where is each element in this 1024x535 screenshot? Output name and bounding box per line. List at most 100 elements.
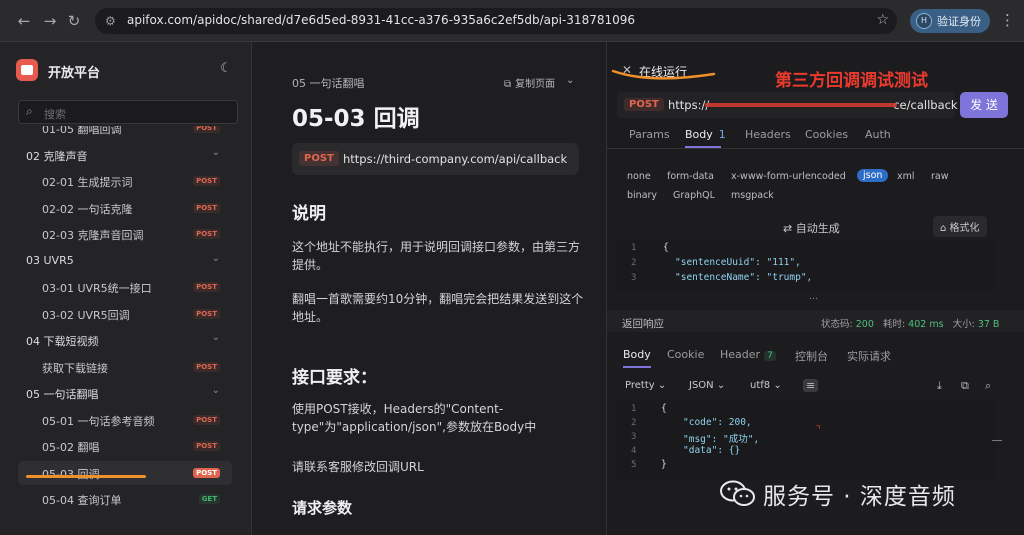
annotation-curve bbox=[611, 69, 716, 80]
tab-label: Params bbox=[629, 128, 670, 141]
download-icon[interactable]: ⤓ bbox=[937, 379, 942, 393]
sidebar-item[interactable]: 获取下载链接 POST bbox=[18, 355, 232, 379]
chevron-down-icon[interactable]: ⌄ bbox=[212, 253, 220, 264]
format-button[interactable]: ⌂ 格式化 bbox=[933, 216, 987, 237]
pretty-select[interactable]: Pretty ⌄ bbox=[625, 380, 666, 391]
method-badge[interactable]: POST bbox=[624, 98, 664, 111]
tab-params[interactable]: Params bbox=[629, 128, 670, 141]
breadcrumb[interactable]: 05 一句话翻唱 bbox=[292, 75, 365, 91]
browser-toolbar: ← → ↻ ⚙ apifox.com/apidoc/shared/d7e6d5e… bbox=[0, 0, 1024, 42]
section-heading-requirements: 接口要求： bbox=[292, 368, 377, 388]
sidebar-item[interactable]: 05-02 翻唱 POST bbox=[18, 434, 232, 458]
body-type-graphql[interactable]: GraphQL bbox=[673, 190, 715, 201]
sidebar-group[interactable]: 05 一句话翻唱 ⌄ bbox=[18, 381, 232, 405]
tab-label: Header bbox=[720, 348, 761, 361]
sidebar-item[interactable]: 02-03 克隆声音回调 POST bbox=[18, 222, 232, 246]
encoding-select[interactable]: utf8 ⌄ bbox=[750, 380, 782, 391]
sidebar-item[interactable]: 03-01 UVR5统一接口 POST bbox=[18, 275, 232, 299]
code-line: { bbox=[661, 403, 667, 414]
sidebar-item[interactable]: 03-02 UVR5回调 POST bbox=[18, 302, 232, 326]
chevron-down-icon[interactable]: ⌄ bbox=[212, 385, 220, 396]
tab-label: Headers bbox=[745, 128, 791, 141]
sidebar-item[interactable]: 05-01 一句话参考音频 POST bbox=[18, 408, 232, 432]
address-url[interactable]: apifox.com/apidoc/shared/d7e6d5ed-8931-4… bbox=[127, 13, 635, 27]
body-type-json[interactable]: json bbox=[857, 169, 889, 182]
watermark-text: 服务号 · 深度音频 bbox=[763, 484, 956, 510]
address-bar[interactable]: ⚙ apifox.com/apidoc/shared/d7e6d5ed-8931… bbox=[95, 8, 897, 34]
json-select[interactable]: JSON ⌄ bbox=[689, 380, 725, 391]
verify-identity-button[interactable]: H 验证身份 bbox=[910, 9, 990, 33]
chevron-down-icon[interactable]: ⌄ bbox=[212, 332, 220, 343]
method-badge: POST bbox=[193, 414, 220, 425]
response-body-viewer[interactable]: 1 2 3 4 5 { "code": 200, "msg": "成功", "d… bbox=[617, 400, 997, 480]
page-title: 05-03 回调 bbox=[292, 106, 420, 132]
status-label: 状态码: bbox=[821, 319, 853, 330]
site-info-icon[interactable]: ⚙ bbox=[105, 13, 121, 29]
tab-label: 实际请求 bbox=[847, 350, 891, 363]
body-type-msgpack[interactable]: msgpack bbox=[731, 190, 774, 201]
copy-page-button[interactable]: ⧉ 复制页面 bbox=[504, 75, 555, 90]
send-button[interactable]: 发 送 bbox=[960, 92, 1008, 118]
browser-menu-icon[interactable]: ⋮ bbox=[1000, 11, 1015, 29]
auto-generate-button[interactable]: ⇄ 自动生成 bbox=[783, 220, 840, 236]
line-number: 2 bbox=[631, 258, 637, 268]
body-type-none[interactable]: none bbox=[627, 171, 651, 182]
moon-icon[interactable]: ☾ bbox=[220, 61, 232, 76]
response-status: 状态码: 200 耗时: 402 ms 大小: 37 B bbox=[821, 316, 999, 330]
chevron-down-icon[interactable]: ⌄ bbox=[212, 147, 220, 158]
wechat-icon bbox=[720, 480, 755, 506]
search-input[interactable]: ⌕ 搜索 bbox=[18, 100, 238, 124]
back-icon[interactable]: ← bbox=[14, 11, 34, 31]
search-placeholder: 搜索 bbox=[44, 108, 66, 121]
line-number: 2 bbox=[631, 418, 637, 428]
body-type-x-www-form-urlencoded[interactable]: x-www-form-urlencoded bbox=[731, 171, 846, 182]
wrap-icon[interactable]: ≡ bbox=[803, 379, 819, 392]
annotation-mark: ⌝ bbox=[816, 425, 821, 436]
sidebar-group[interactable]: 02 克隆声音 ⌄ bbox=[18, 143, 232, 167]
sidebar-item-label: 02-01 生成提示词 bbox=[42, 176, 133, 189]
doc-panel: 05 一句话翻唱 ⧉ 复制页面 ⌄ 05-03 回调 POST https://t… bbox=[253, 42, 605, 535]
tab-auth[interactable]: Auth bbox=[865, 128, 891, 141]
response-tab[interactable]: Body bbox=[623, 348, 651, 361]
sidebar-group[interactable]: 03 UVR5 ⌄ bbox=[18, 249, 232, 273]
search-icon[interactable]: ⌕ bbox=[985, 379, 991, 393]
request-body-editor[interactable]: 1 2 3 { "sentenceUuid": "111", "sentence… bbox=[617, 240, 997, 290]
method-badge: POST bbox=[193, 441, 220, 451]
forward-icon[interactable]: → bbox=[40, 11, 60, 31]
sidebar-item[interactable]: 05-03 回调 POST bbox=[18, 460, 232, 485]
code-line: { bbox=[663, 242, 669, 253]
section-heading-params: 请求参数 bbox=[292, 499, 353, 517]
response-tab[interactable]: 实际请求 bbox=[847, 348, 891, 364]
response-tab[interactable]: Cookie bbox=[667, 348, 704, 361]
format-label: 格式化 bbox=[949, 223, 980, 234]
sidebar-group[interactable]: 04 下载短视频 ⌄ bbox=[18, 328, 232, 352]
description-paragraph: 这个地址不能执行，用于说明回调接口参数，由第三方提供。 bbox=[292, 240, 581, 272]
request-url-field[interactable]: POST https:// ce/callback bbox=[617, 92, 958, 118]
response-tab[interactable]: 控制台 bbox=[795, 348, 828, 364]
copy-icon[interactable]: ⧉ bbox=[961, 379, 969, 393]
scrollbar[interactable] bbox=[992, 440, 1002, 441]
tab-label: Cookie bbox=[667, 348, 705, 361]
sidebar-item-label: 03-01 UVR5统一接口 bbox=[42, 282, 152, 295]
sidebar-item-label: 03-02 UVR5回调 bbox=[42, 308, 130, 322]
sidebar-item[interactable]: 05-04 查询订单 GET bbox=[18, 487, 232, 511]
chevron-down-icon[interactable]: ⌄ bbox=[566, 75, 574, 86]
sidebar-item-label: 05-03 回调 bbox=[42, 467, 100, 481]
tab-body[interactable]: Body 1 bbox=[685, 128, 726, 141]
body-type-raw[interactable]: raw bbox=[931, 171, 949, 182]
bookmark-star-icon[interactable]: ☆ bbox=[876, 12, 889, 28]
tab-cookies[interactable]: Cookies bbox=[805, 128, 848, 141]
tab-headers[interactable]: Headers bbox=[745, 128, 791, 141]
time-label: 耗时: bbox=[882, 319, 906, 330]
response-tab[interactable]: Header 7 bbox=[720, 348, 776, 361]
body-type-form-data[interactable]: form-data bbox=[667, 171, 714, 182]
reload-icon[interactable]: ↻ bbox=[64, 11, 84, 31]
sidebar-item[interactable]: 02-01 生成提示词 POST bbox=[18, 169, 232, 193]
request-url-tail: ce/callback bbox=[893, 98, 958, 112]
sidebar-item[interactable]: 02-02 一句话克隆 POST bbox=[18, 196, 232, 220]
body-type-binary[interactable]: binary bbox=[627, 190, 657, 201]
tab-count: 7 bbox=[764, 351, 776, 361]
utf8-label: utf8 bbox=[750, 380, 771, 391]
body-type-xml[interactable]: xml bbox=[897, 171, 915, 182]
method-badge: POST bbox=[193, 229, 220, 239]
